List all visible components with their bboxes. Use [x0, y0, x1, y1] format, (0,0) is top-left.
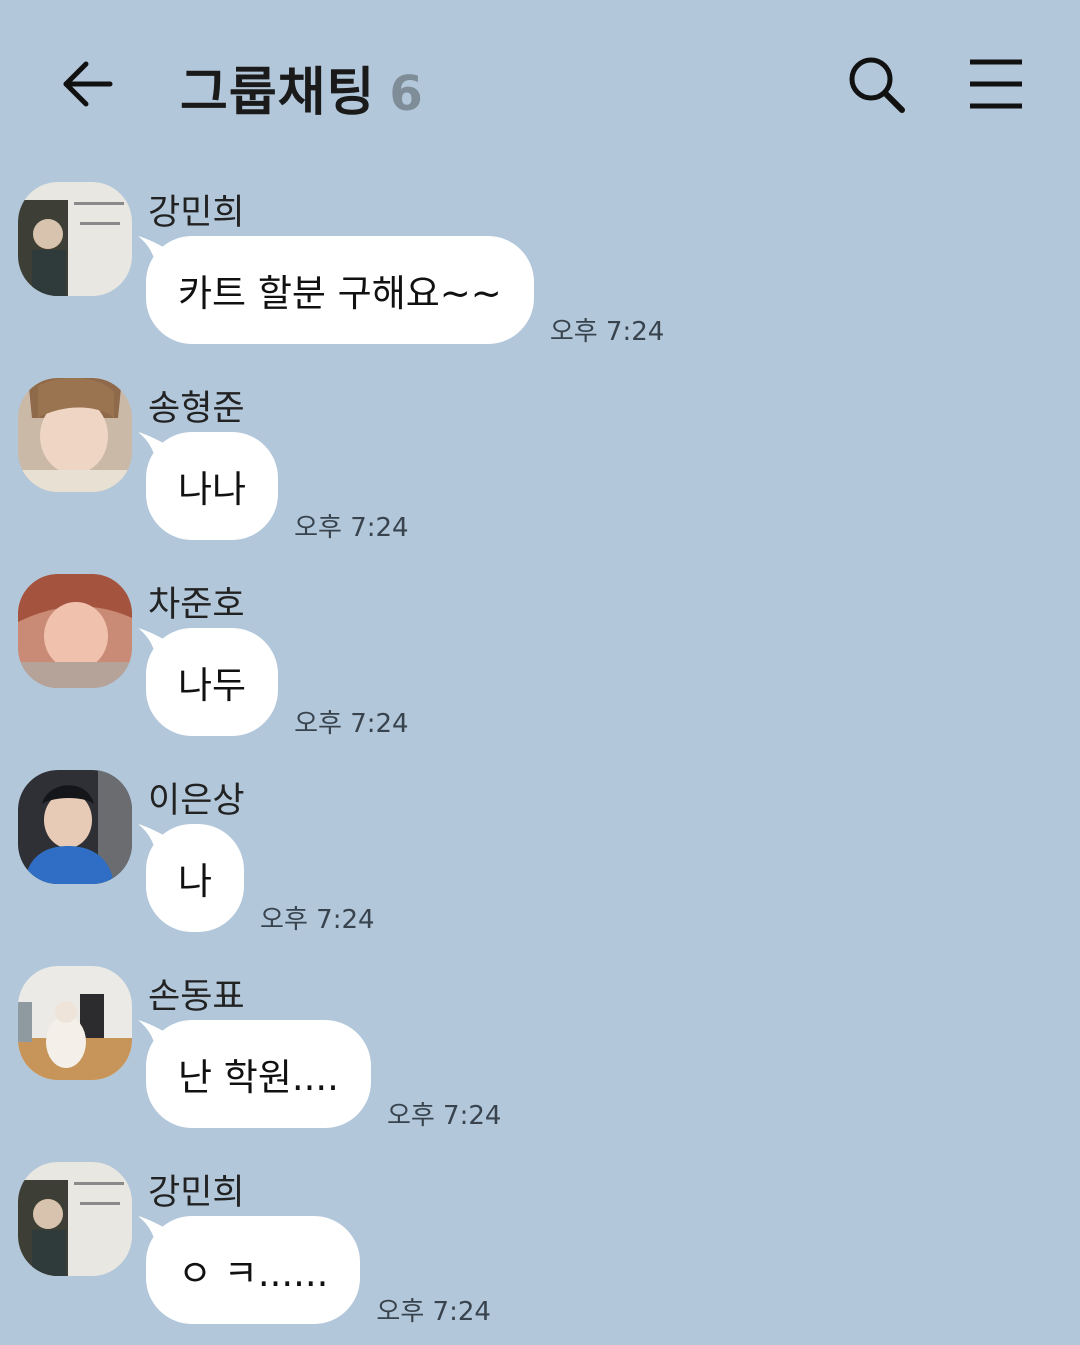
bubble-tail	[138, 236, 178, 266]
menu-icon[interactable]	[964, 52, 1028, 116]
message-text: 카트 할분 구해요~~	[178, 272, 502, 315]
message-row: ㅇ ㅋ...... 오후 7:24	[138, 1216, 491, 1327]
message-text: ㅇ ㅋ......	[178, 1252, 329, 1295]
sender-name: 손동표	[148, 977, 245, 1017]
back-arrow-icon[interactable]	[56, 52, 120, 116]
chat-message: 차준호 나두 오후 7:24	[0, 574, 1080, 754]
message-bubble[interactable]: 나두	[138, 628, 279, 736]
message-row: 나 오후 7:24	[138, 824, 375, 935]
message-bubble[interactable]: 나나	[138, 432, 279, 540]
message-text: 나나	[178, 468, 247, 511]
chat-title-text: 그룹채팅	[180, 63, 376, 123]
sender-name: 송형준	[148, 389, 245, 429]
message-bubble[interactable]: 카트 할분 구해요~~	[138, 236, 534, 344]
member-count: 6	[389, 66, 424, 122]
chat-header: 그룹채팅 6	[0, 0, 1080, 170]
chat-message: 손동표 난 학원.... 오후 7:24	[0, 966, 1080, 1146]
message-text: 난 학원....	[178, 1056, 339, 1099]
avatar[interactable]	[18, 182, 132, 296]
message-time: 오후 7:24	[294, 513, 409, 543]
chat-message: 송형준 나나 오후 7:24	[0, 378, 1080, 558]
message-time: 오후 7:24	[376, 1297, 491, 1327]
message-row: 난 학원.... 오후 7:24	[138, 1020, 501, 1131]
chat-message: 강민희 카트 할분 구해요~~ 오후 7:24	[0, 182, 1080, 362]
chat-message: 강민희 ㅇ ㅋ...... 오후 7:24	[0, 1162, 1080, 1342]
sender-name: 강민희	[148, 1173, 245, 1213]
message-bubble[interactable]: 난 학원....	[138, 1020, 371, 1128]
message-text: 나두	[178, 664, 247, 707]
bubble-tail	[138, 824, 178, 854]
avatar[interactable]	[18, 378, 132, 492]
message-time: 오후 7:24	[260, 905, 375, 935]
message-time: 오후 7:24	[294, 709, 409, 739]
bubble-tail	[138, 1020, 178, 1050]
message-time: 오후 7:24	[386, 1101, 502, 1131]
bubble-tail	[138, 432, 178, 462]
message-row: 나나 오후 7:24	[138, 432, 409, 543]
bubble-tail	[138, 1216, 178, 1246]
search-icon[interactable]	[844, 52, 908, 116]
sender-name: 강민희	[148, 193, 245, 233]
avatar[interactable]	[18, 574, 132, 688]
message-text: 나	[178, 860, 213, 903]
message-bubble[interactable]: ㅇ ㅋ......	[138, 1216, 361, 1324]
avatar[interactable]	[18, 770, 132, 884]
sender-name: 차준호	[148, 585, 245, 625]
chat-message: 이은상 나 오후 7:24	[0, 770, 1080, 950]
avatar[interactable]	[18, 966, 132, 1080]
avatar[interactable]	[18, 1162, 132, 1276]
message-time: 오후 7:24	[549, 317, 665, 347]
message-row: 나두 오후 7:24	[138, 628, 409, 739]
sender-name: 이은상	[148, 781, 245, 821]
message-bubble[interactable]: 나	[138, 824, 245, 932]
message-row: 카트 할분 구해요~~ 오후 7:24	[138, 236, 664, 347]
bubble-tail	[138, 628, 178, 658]
chat-title: 그룹채팅 6	[180, 50, 424, 125]
